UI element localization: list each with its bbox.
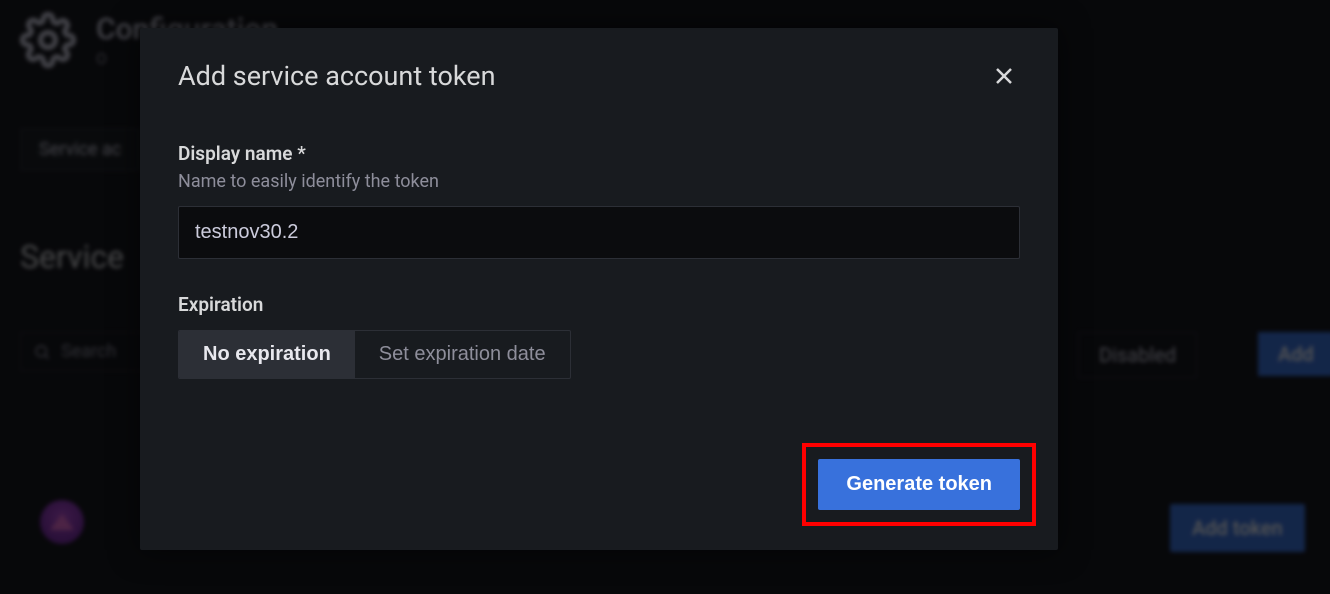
expiration-option-none[interactable]: No expiration (179, 331, 355, 378)
expiration-option-set-date[interactable]: Set expiration date (355, 331, 570, 378)
modal-title: Add service account token (178, 60, 496, 92)
expiration-radio-group: No expiration Set expiration date (178, 330, 571, 379)
display-name-help: Name to easily identify the token (178, 171, 1020, 192)
generate-token-button[interactable]: Generate token (818, 459, 1020, 510)
close-icon (992, 64, 1016, 88)
display-name-label: Display name * (178, 142, 1020, 165)
close-button[interactable] (988, 60, 1020, 92)
add-token-modal: Add service account token Display name *… (140, 28, 1058, 550)
display-name-input[interactable] (178, 206, 1020, 259)
expiration-label: Expiration (178, 293, 1020, 316)
